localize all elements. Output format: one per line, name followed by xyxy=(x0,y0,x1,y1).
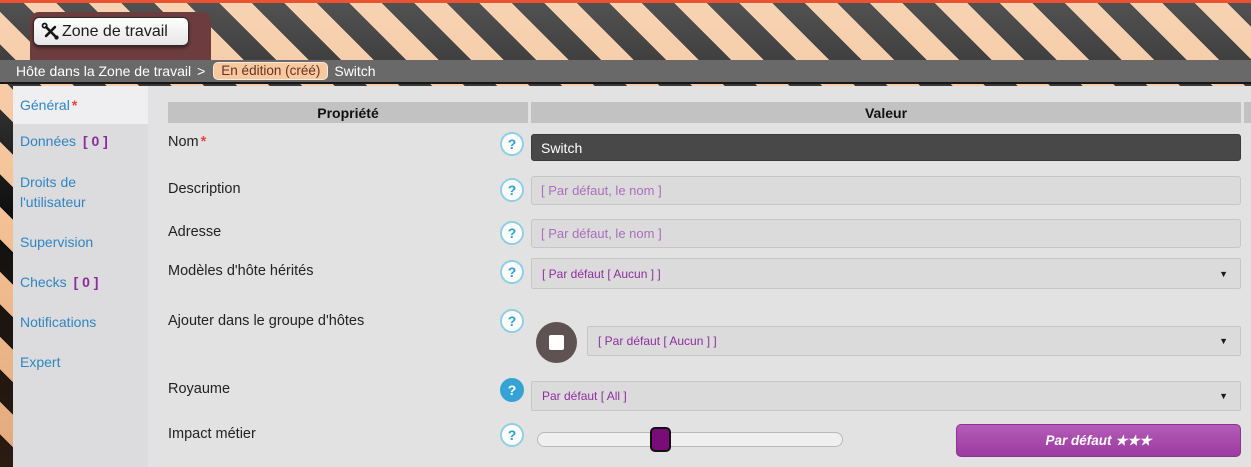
sidebar-item-label: Notifications xyxy=(20,314,96,330)
breadcrumb-separator: > xyxy=(197,63,205,79)
property-column-header: Propriété xyxy=(168,102,528,123)
required-asterisk: * xyxy=(201,134,207,150)
form-label-modeles: Modèles d'hôte hérités xyxy=(168,263,313,279)
select-value: [ Par défaut [ Aucun ] ] xyxy=(598,334,717,348)
form-label-impact: Impact métier xyxy=(168,426,256,442)
description-input[interactable] xyxy=(531,176,1241,205)
adresse-input[interactable] xyxy=(531,219,1241,248)
required-asterisk: * xyxy=(72,97,77,113)
sidebar-item-notifications[interactable]: Notifications xyxy=(20,312,142,332)
main-content: Général * Données [ 0 ] Droits de l'util… xyxy=(13,86,1251,467)
groupe-select[interactable]: [ Par défaut [ Aucun ] ] ▼ xyxy=(587,326,1241,356)
sidebar-item-label: Expert xyxy=(20,354,60,370)
workspace-tab-label: Zone de travail xyxy=(62,23,168,41)
breadcrumb-current-item: Switch xyxy=(334,63,375,79)
header-edge-cell xyxy=(1244,102,1251,123)
sidebar-item-label: Droits de l'utilisateur xyxy=(20,174,86,210)
sidebar-item-label: Données xyxy=(20,133,76,149)
modeles-select[interactable]: [ Par défaut [ Aucun ] ] ▼ xyxy=(531,258,1241,289)
sidebar: Général * Données [ 0 ] Droits de l'util… xyxy=(13,86,148,467)
chevron-down-icon: ▼ xyxy=(1219,391,1228,401)
sidebar-item-supervision[interactable]: Supervision xyxy=(20,232,142,252)
form-label-nom: Nom* xyxy=(168,134,206,150)
add-hostgroup-button[interactable] xyxy=(536,322,577,363)
app-window: Zone de travail Hôte dans la Zone de tra… xyxy=(0,0,1251,467)
breadcrumb-path-link[interactable]: Hôte dans la Zone de travail xyxy=(16,63,191,79)
tools-icon xyxy=(41,22,60,41)
help-icon-modeles[interactable]: ? xyxy=(500,260,524,284)
impact-slider-track[interactable] xyxy=(537,432,843,447)
impact-default-button[interactable]: Par défaut ★★★ xyxy=(956,424,1241,457)
form-label-royaume: Royaume xyxy=(168,381,230,397)
sidebar-item-droits[interactable]: Droits de l'utilisateur xyxy=(20,172,142,212)
impact-slider-handle[interactable] xyxy=(650,427,671,452)
nom-input[interactable] xyxy=(531,134,1241,161)
help-icon-adresse[interactable]: ? xyxy=(500,221,524,245)
workspace-tab[interactable]: Zone de travail xyxy=(30,12,211,60)
select-value: [ Par défaut [ Aucun ] ] xyxy=(542,267,661,281)
form-label-adresse: Adresse xyxy=(168,224,221,240)
sidebar-item-donnees[interactable]: Données [ 0 ] xyxy=(20,131,142,151)
count-badge: [ 0 ] xyxy=(83,133,108,149)
form-label-description: Description xyxy=(168,181,241,197)
help-icon-groupe[interactable]: ? xyxy=(500,309,524,333)
breadcrumb: Hôte dans la Zone de travail > En éditio… xyxy=(0,60,1251,84)
square-icon xyxy=(549,335,564,350)
top-accent-line xyxy=(0,0,1251,3)
sidebar-item-checks[interactable]: Checks [ 0 ] xyxy=(20,272,142,292)
help-icon-description[interactable]: ? xyxy=(500,178,524,202)
value-column-header: Valeur xyxy=(531,102,1241,123)
sidebar-item-expert[interactable]: Expert xyxy=(20,352,142,372)
help-icon-impact[interactable]: ? xyxy=(500,423,524,447)
sidebar-item-label: Général xyxy=(20,97,70,113)
help-icon-nom[interactable]: ? xyxy=(500,132,524,156)
sidebar-item-label: Checks xyxy=(20,274,67,290)
form-label-groupe: Ajouter dans le groupe d'hôtes xyxy=(168,313,364,329)
label-text: Nom xyxy=(168,134,199,150)
sidebar-item-label: Supervision xyxy=(20,234,93,250)
help-icon-royaume[interactable]: ? xyxy=(500,378,524,402)
select-value: Par défaut [ All ] xyxy=(542,389,627,403)
chevron-down-icon: ▼ xyxy=(1219,336,1228,346)
workspace-tab-button[interactable]: Zone de travail xyxy=(33,17,189,46)
sidebar-item-general[interactable]: Général * xyxy=(13,86,148,124)
status-badge: En édition (créé) xyxy=(213,62,328,80)
count-badge: [ 0 ] xyxy=(74,274,99,290)
chevron-down-icon: ▼ xyxy=(1219,269,1228,279)
royaume-select[interactable]: Par défaut [ All ] ▼ xyxy=(531,381,1241,411)
